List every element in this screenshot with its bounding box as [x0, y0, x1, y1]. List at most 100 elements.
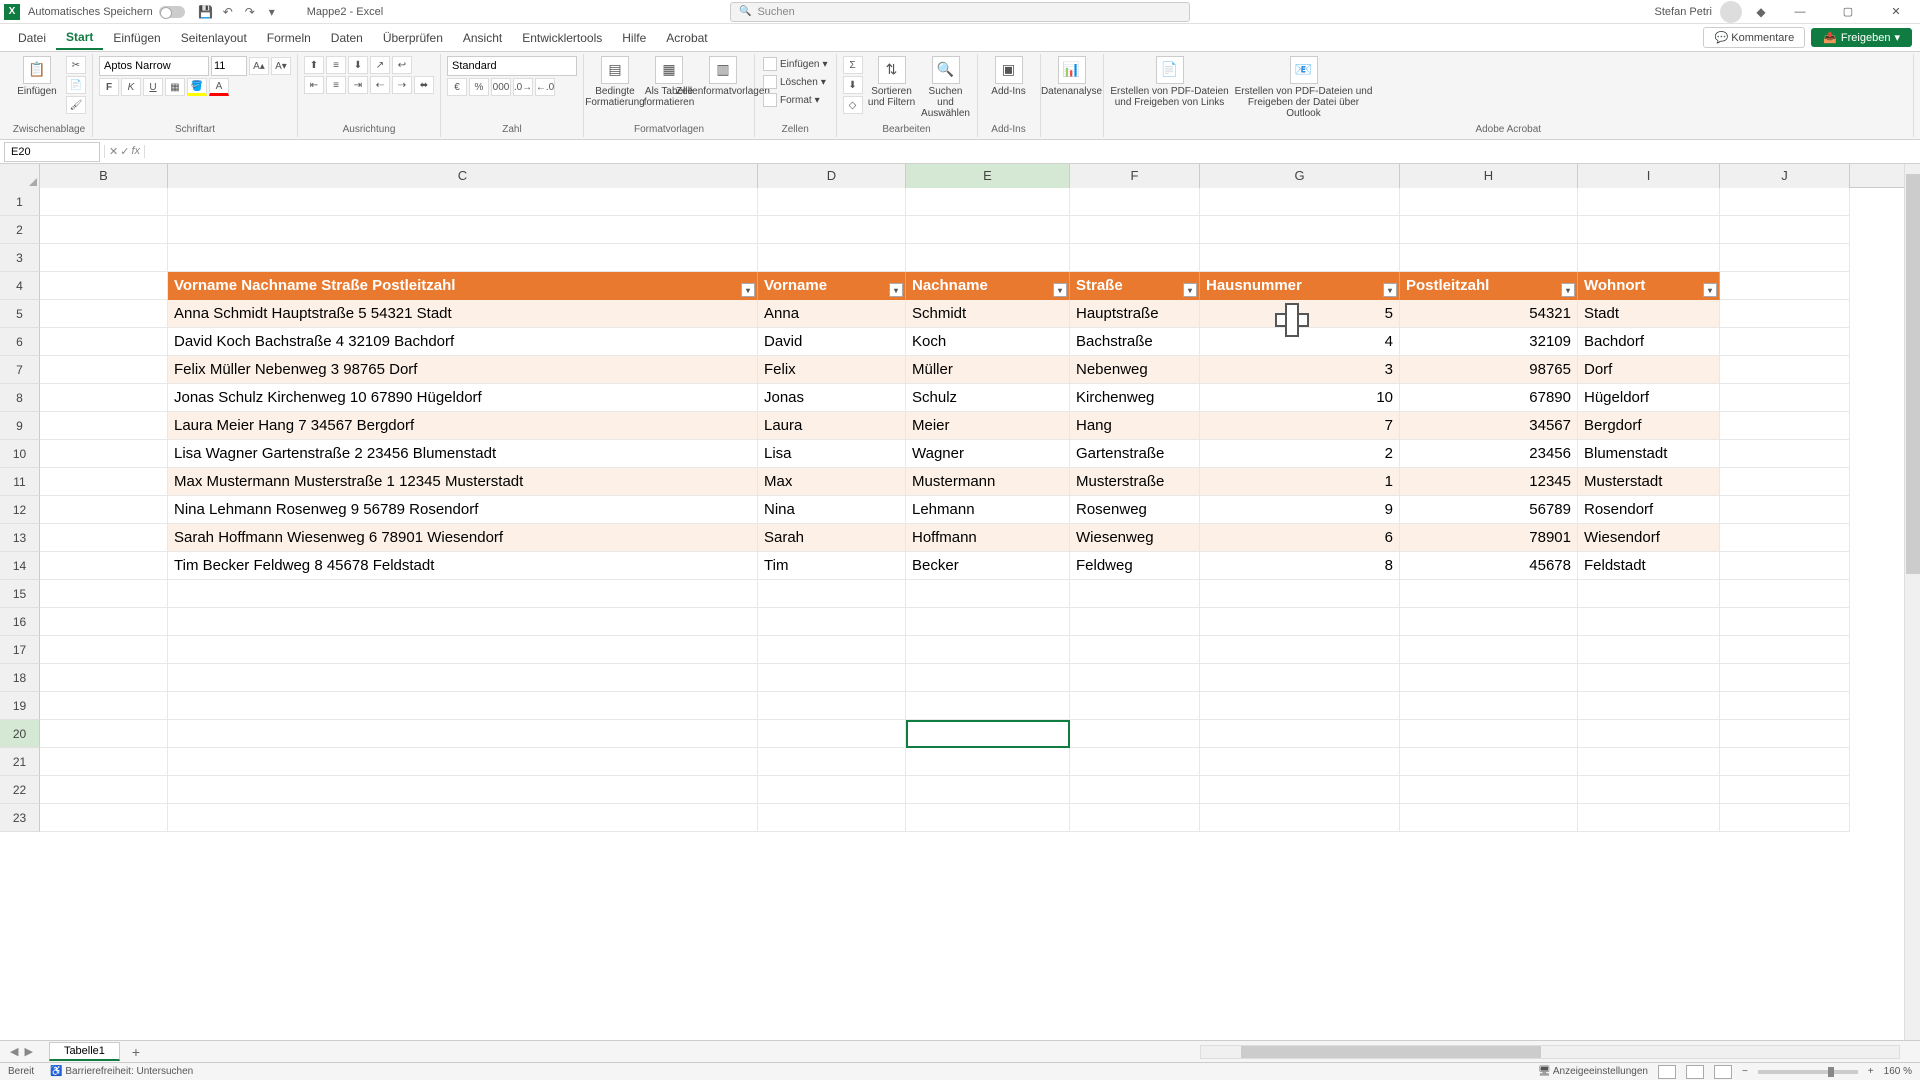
- cell[interactable]: [1200, 804, 1400, 832]
- redo-icon[interactable]: ↷: [241, 3, 259, 21]
- cell[interactable]: Laura: [758, 412, 906, 440]
- cell[interactable]: 54321: [1400, 300, 1578, 328]
- cell[interactable]: Anna Schmidt Hauptstraße 5 54321 Stadt: [168, 300, 758, 328]
- cell[interactable]: 23456: [1400, 440, 1578, 468]
- cell[interactable]: 4: [1200, 328, 1400, 356]
- cell[interactable]: [168, 664, 758, 692]
- sheet-prev-icon[interactable]: ◀: [10, 1045, 18, 1058]
- cell[interactable]: [1200, 664, 1400, 692]
- cell[interactable]: Sarah: [758, 524, 906, 552]
- cell[interactable]: [40, 720, 168, 748]
- cell[interactable]: [40, 580, 168, 608]
- cell[interactable]: [1070, 720, 1200, 748]
- column-header[interactable]: I: [1578, 164, 1720, 188]
- cell[interactable]: [1070, 748, 1200, 776]
- insert-cells-button[interactable]: Einfügen ▾: [761, 56, 830, 72]
- share-button[interactable]: 📤 Freigeben ▾: [1811, 28, 1912, 47]
- cell[interactable]: Jonas Schulz Kirchenweg 10 67890 Hügeldo…: [168, 384, 758, 412]
- minimize-icon[interactable]: —: [1780, 0, 1820, 24]
- cell[interactable]: Meier: [906, 412, 1070, 440]
- cell[interactable]: Kirchenweg: [1070, 384, 1200, 412]
- cell[interactable]: [1720, 664, 1850, 692]
- tab-acrobat[interactable]: Acrobat: [656, 27, 717, 49]
- cell[interactable]: [40, 356, 168, 384]
- format-as-table-button[interactable]: ▦Als Tabelle formatieren: [644, 56, 694, 108]
- cell[interactable]: 7: [1200, 412, 1400, 440]
- cell[interactable]: [168, 804, 758, 832]
- cell[interactable]: [1720, 692, 1850, 720]
- cell[interactable]: [906, 216, 1070, 244]
- row-header[interactable]: 8: [0, 384, 40, 412]
- cell[interactable]: [1720, 356, 1850, 384]
- cell[interactable]: [1720, 636, 1850, 664]
- tab-formulas[interactable]: Formeln: [257, 27, 321, 49]
- cell[interactable]: [40, 636, 168, 664]
- cell[interactable]: [1200, 636, 1400, 664]
- decrease-indent-icon[interactable]: ⇠: [370, 76, 390, 94]
- cell[interactable]: [1070, 608, 1200, 636]
- cell[interactable]: Vorname▾: [758, 272, 906, 300]
- fill-down-icon[interactable]: ⬇: [843, 76, 863, 94]
- page-break-view-icon[interactable]: [1714, 1065, 1732, 1079]
- cell[interactable]: [1578, 804, 1720, 832]
- cell[interactable]: [40, 804, 168, 832]
- cell[interactable]: 78901: [1400, 524, 1578, 552]
- wrap-text-icon[interactable]: ↩: [392, 56, 412, 74]
- cell[interactable]: Vorname Nachname Straße Postleitzahl▾: [168, 272, 758, 300]
- cell[interactable]: [1720, 608, 1850, 636]
- cell[interactable]: [1200, 244, 1400, 272]
- cell[interactable]: 12345: [1400, 468, 1578, 496]
- zoom-slider[interactable]: [1758, 1070, 1858, 1074]
- cell[interactable]: 9: [1200, 496, 1400, 524]
- cell[interactable]: Wiesenweg: [1070, 524, 1200, 552]
- row-header[interactable]: 23: [0, 804, 40, 832]
- cell[interactable]: Mustermann: [906, 468, 1070, 496]
- cell[interactable]: [1070, 636, 1200, 664]
- cell[interactable]: Jonas: [758, 384, 906, 412]
- cell[interactable]: [1578, 608, 1720, 636]
- cell[interactable]: [1070, 692, 1200, 720]
- cell[interactable]: 8: [1200, 552, 1400, 580]
- row-header[interactable]: 16: [0, 608, 40, 636]
- column-header[interactable]: D: [758, 164, 906, 188]
- cell[interactable]: [1720, 748, 1850, 776]
- cell[interactable]: [1578, 776, 1720, 804]
- cell[interactable]: 67890: [1400, 384, 1578, 412]
- cell[interactable]: [906, 664, 1070, 692]
- worksheet-grid[interactable]: B C D E F G H I J 1234Vorname Nachname S…: [0, 164, 1920, 1040]
- font-size-select[interactable]: [211, 56, 247, 76]
- cell[interactable]: [40, 244, 168, 272]
- display-settings[interactable]: 🖥 Anzeigeeinstellungen: [1538, 1066, 1648, 1077]
- column-header[interactable]: C: [168, 164, 758, 188]
- cell[interactable]: Wiesendorf: [1578, 524, 1720, 552]
- cell[interactable]: Blumenstadt: [1578, 440, 1720, 468]
- align-top-icon[interactable]: ⬆: [304, 56, 324, 74]
- filter-dropdown-icon[interactable]: ▾: [1053, 283, 1067, 297]
- thousands-icon[interactable]: 000: [491, 78, 511, 96]
- cell[interactable]: [1578, 720, 1720, 748]
- cell[interactable]: [168, 748, 758, 776]
- cell[interactable]: [1578, 580, 1720, 608]
- cell[interactable]: [1720, 244, 1850, 272]
- data-analysis-button[interactable]: 📊Datenanalyse: [1047, 56, 1097, 97]
- qat-customize-icon[interactable]: ▾: [263, 3, 281, 21]
- name-box[interactable]: [4, 142, 100, 162]
- cell[interactable]: [1200, 720, 1400, 748]
- delete-cells-button[interactable]: Löschen ▾: [761, 74, 830, 90]
- user-name[interactable]: Stefan Petri: [1655, 6, 1712, 18]
- cell[interactable]: [1720, 776, 1850, 804]
- cell[interactable]: [40, 496, 168, 524]
- row-header[interactable]: 21: [0, 748, 40, 776]
- cell[interactable]: [1200, 216, 1400, 244]
- filter-dropdown-icon[interactable]: ▾: [1183, 283, 1197, 297]
- cell[interactable]: 10: [1200, 384, 1400, 412]
- column-header[interactable]: G: [1200, 164, 1400, 188]
- cell[interactable]: [1578, 664, 1720, 692]
- cell[interactable]: [906, 692, 1070, 720]
- cell[interactable]: [40, 188, 168, 216]
- addins-button[interactable]: ▣Add-Ins: [984, 56, 1034, 97]
- currency-icon[interactable]: €: [447, 78, 467, 96]
- cell[interactable]: Becker: [906, 552, 1070, 580]
- cell[interactable]: [1400, 188, 1578, 216]
- cell[interactable]: [168, 776, 758, 804]
